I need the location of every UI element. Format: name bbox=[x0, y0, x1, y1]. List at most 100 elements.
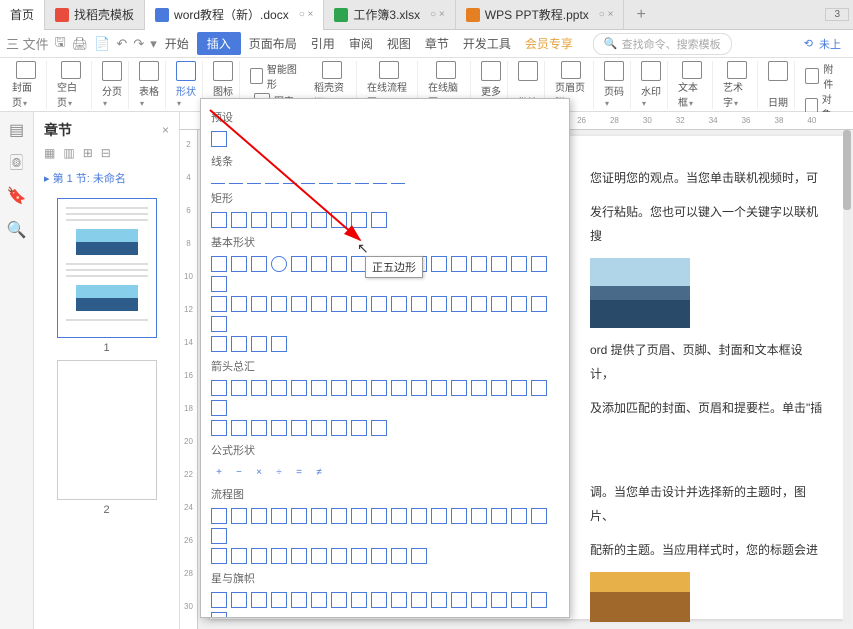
shape-item[interactable] bbox=[271, 592, 287, 608]
shape-item[interactable] bbox=[251, 420, 267, 436]
tool-icon[interactable]: ▦ bbox=[44, 146, 55, 160]
shape-item[interactable] bbox=[411, 508, 427, 524]
shape-item[interactable] bbox=[231, 380, 247, 396]
shape-item[interactable] bbox=[291, 296, 307, 312]
search-input[interactable]: 🔍查找命令、搜索模板 bbox=[593, 33, 732, 55]
tab-template[interactable]: 找稻壳模板 bbox=[45, 0, 145, 30]
shape-item[interactable] bbox=[371, 420, 387, 436]
shape-item[interactable] bbox=[311, 508, 327, 524]
shape-item[interactable] bbox=[271, 548, 287, 564]
shape-item[interactable] bbox=[391, 296, 407, 312]
tool-icon[interactable]: ⊟ bbox=[101, 146, 111, 160]
menu-section[interactable]: 章节 bbox=[419, 32, 455, 55]
search-side-icon[interactable]: 🔍 bbox=[7, 220, 27, 240]
shape-item[interactable] bbox=[531, 592, 547, 608]
shape-item[interactable] bbox=[331, 296, 347, 312]
shape-item[interactable] bbox=[511, 380, 527, 396]
ribbon-att[interactable]: 附件对象▾ bbox=[799, 61, 847, 109]
shape-item[interactable] bbox=[371, 380, 387, 396]
shape-item[interactable] bbox=[271, 296, 287, 312]
shape-item[interactable] bbox=[211, 528, 227, 544]
shape-item[interactable] bbox=[471, 256, 487, 272]
shape-item[interactable] bbox=[511, 256, 527, 272]
shape-item[interactable] bbox=[511, 296, 527, 312]
shape-formula[interactable]: ÷ bbox=[271, 464, 287, 480]
shape-item[interactable] bbox=[371, 592, 387, 608]
shape-item[interactable] bbox=[491, 592, 507, 608]
page-thumbnail-2[interactable] bbox=[57, 360, 157, 500]
shape-item[interactable] bbox=[231, 336, 247, 352]
sidebar-close-icon[interactable]: × bbox=[162, 123, 169, 137]
shape-item[interactable] bbox=[391, 380, 407, 396]
shape-item[interactable] bbox=[231, 592, 247, 608]
shape-item[interactable] bbox=[411, 296, 427, 312]
ribbon-wm[interactable]: 水印▾ bbox=[635, 61, 668, 109]
undo-icon[interactable]: ↶ bbox=[116, 36, 127, 52]
shape-item[interactable] bbox=[351, 548, 367, 564]
shape-item[interactable] bbox=[331, 420, 347, 436]
shape-item[interactable] bbox=[431, 256, 447, 272]
shape-item[interactable] bbox=[211, 380, 227, 396]
shape-item[interactable] bbox=[271, 380, 287, 396]
shape-item[interactable] bbox=[351, 592, 367, 608]
shape-item[interactable] bbox=[451, 380, 467, 396]
redo-icon[interactable]: ↷ bbox=[133, 36, 144, 52]
shape-item[interactable] bbox=[531, 508, 547, 524]
tool-icon[interactable]: ⊞ bbox=[83, 146, 93, 160]
shape-formula[interactable]: + bbox=[211, 464, 227, 480]
ribbon-break[interactable]: 分页▾ bbox=[96, 61, 129, 109]
tool-icon[interactable]: ▥ bbox=[63, 146, 74, 160]
menu-dev[interactable]: 开发工具 bbox=[457, 32, 517, 55]
shape-item[interactable] bbox=[251, 508, 267, 524]
shape-item[interactable] bbox=[391, 592, 407, 608]
menu-review[interactable]: 审阅 bbox=[343, 32, 379, 55]
shape-item[interactable] bbox=[411, 548, 427, 564]
shape-item[interactable] bbox=[271, 508, 287, 524]
shape-item[interactable] bbox=[211, 400, 227, 416]
shape-item[interactable] bbox=[471, 592, 487, 608]
shape-item[interactable] bbox=[231, 296, 247, 312]
add-tab-button[interactable]: + bbox=[624, 6, 657, 24]
shape-item[interactable] bbox=[271, 336, 287, 352]
shape-item[interactable] bbox=[391, 548, 407, 564]
section-label[interactable]: 第 1 节: 未命名 bbox=[40, 164, 173, 192]
ribbon-shape[interactable]: 形状▾ bbox=[170, 61, 203, 109]
shape-item[interactable] bbox=[471, 508, 487, 524]
nav-icon[interactable]: 🀙 bbox=[10, 154, 23, 172]
shape-item[interactable] bbox=[371, 508, 387, 524]
shape-item[interactable] bbox=[211, 420, 227, 436]
shape-item[interactable] bbox=[231, 548, 247, 564]
shape-item[interactable] bbox=[491, 508, 507, 524]
close-icon[interactable]: ○ × bbox=[299, 9, 314, 20]
save-icon[interactable]: 🖫 bbox=[55, 33, 66, 55]
shape-item[interactable] bbox=[331, 508, 347, 524]
shape-item[interactable] bbox=[311, 592, 327, 608]
menu-vip[interactable]: 会员专享 bbox=[519, 32, 579, 55]
tab-ppt[interactable]: WPS PPT教程.pptx○ × bbox=[456, 0, 625, 30]
export-icon[interactable]: 🖨 bbox=[72, 36, 89, 52]
shape-item[interactable] bbox=[451, 256, 467, 272]
shape-item[interactable] bbox=[531, 256, 547, 272]
shape-item[interactable] bbox=[431, 380, 447, 396]
shape-item[interactable] bbox=[231, 420, 247, 436]
ribbon-table[interactable]: 表格▾ bbox=[133, 61, 166, 109]
shape-item[interactable] bbox=[491, 296, 507, 312]
ribbon-blank[interactable]: 空白页▾ bbox=[51, 61, 92, 109]
shape-item[interactable] bbox=[371, 296, 387, 312]
shape-formula[interactable]: ≠ bbox=[311, 464, 327, 480]
shape-item[interactable] bbox=[491, 256, 507, 272]
shape-item[interactable] bbox=[291, 548, 307, 564]
ribbon-pn[interactable]: 页码▾ bbox=[598, 61, 631, 109]
shape-item[interactable] bbox=[251, 592, 267, 608]
shape-item[interactable] bbox=[291, 380, 307, 396]
shape-item[interactable] bbox=[531, 296, 547, 312]
tab-home[interactable]: 首页 bbox=[0, 0, 45, 30]
menu-ref[interactable]: 引用 bbox=[305, 32, 341, 55]
shape-item[interactable] bbox=[291, 508, 307, 524]
shape-item[interactable] bbox=[351, 508, 367, 524]
tab-xlsx[interactable]: 工作簿3.xlsx○ × bbox=[324, 0, 455, 30]
shape-item[interactable] bbox=[231, 508, 247, 524]
shape-item[interactable] bbox=[211, 548, 227, 564]
ribbon-cover[interactable]: 封面页▾ bbox=[6, 61, 47, 109]
menu-view[interactable]: 视图 bbox=[381, 32, 417, 55]
